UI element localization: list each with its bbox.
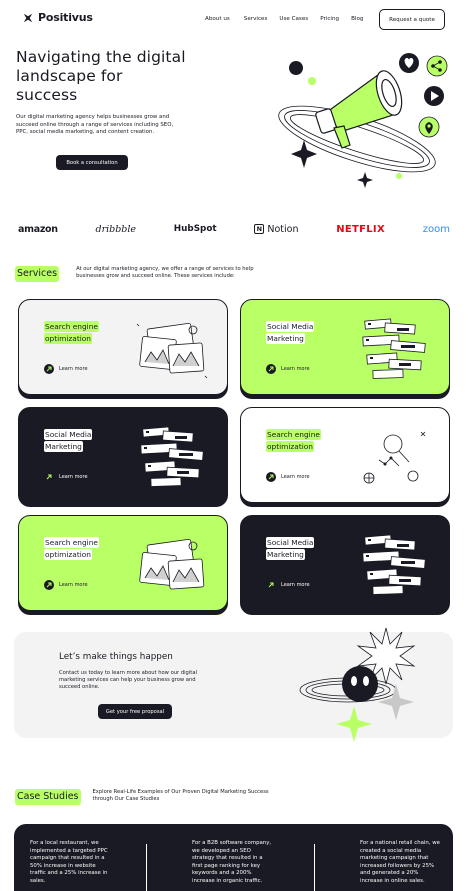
top-navigation: Positivus About us Services Use Cases Pr… bbox=[0, 0, 468, 40]
case-study-item: For a national retail chain, we created … bbox=[360, 840, 441, 884]
nav-links: About us Services Use Cases Pricing Blog bbox=[205, 16, 375, 22]
card-title: Search engine optimization bbox=[44, 321, 99, 344]
social-illustration-icon bbox=[140, 426, 204, 487]
learn-more-link[interactable]: Learn more bbox=[266, 472, 310, 482]
arrow-icon bbox=[266, 472, 276, 482]
notion-label: Notion bbox=[267, 223, 299, 235]
nav-link-blog[interactable]: Blog bbox=[351, 16, 363, 22]
case-study-item: For a local restaurant, we implemented a… bbox=[30, 840, 108, 884]
case-study-item: For a B2B software company, we developed… bbox=[192, 840, 272, 884]
amazon-logo: amazon bbox=[18, 223, 58, 235]
divider bbox=[314, 844, 315, 891]
case-studies-label: Case Studies bbox=[15, 789, 81, 805]
logo-star-icon bbox=[23, 13, 33, 22]
divider bbox=[146, 844, 147, 891]
arrow-icon bbox=[44, 472, 54, 482]
megaphone-illustration bbox=[278, 53, 448, 188]
free-proposal-button[interactable]: Get your free proposal bbox=[98, 704, 172, 719]
learn-more-link[interactable]: Learn more bbox=[44, 364, 88, 374]
seo-illustration-icon bbox=[136, 322, 208, 379]
service-card-social[interactable]: Social Media Marketing Learn more bbox=[240, 515, 450, 611]
brand-name: Positivus bbox=[38, 11, 93, 24]
card-title: Social Media Marketing bbox=[266, 321, 315, 344]
smiley-illustration bbox=[299, 627, 416, 742]
service-card-seo[interactable]: Search engine optimization Learn more bbox=[18, 299, 228, 395]
nav-link-services[interactable]: Services bbox=[244, 16, 268, 22]
netflix-logo: NETFLIX bbox=[336, 223, 385, 235]
hero-title: Navigating the digital landscape for suc… bbox=[16, 48, 186, 104]
service-card-social[interactable]: Social Media Marketing Learn more bbox=[240, 299, 450, 395]
services-description: At our digital marketing agency, we offe… bbox=[76, 266, 254, 280]
card-title: Search engine optimization bbox=[44, 537, 99, 560]
service-card-social[interactable]: Social Media Marketing Learn more bbox=[18, 407, 228, 503]
book-consultation-button[interactable]: Book a consultation bbox=[56, 155, 128, 170]
dribbble-logo: dribbble bbox=[95, 223, 137, 235]
arrow-icon bbox=[44, 364, 54, 374]
social-illustration-icon bbox=[362, 534, 426, 595]
service-card-seo[interactable]: Search engine optimization Learn more bbox=[240, 407, 450, 503]
arrow-icon bbox=[44, 580, 54, 590]
case-studies-description: Explore Real-Life Examples of Our Proven… bbox=[92, 789, 269, 803]
zoom-logo: zoom bbox=[422, 223, 450, 235]
case-studies-panel: For a local restaurant, we implemented a… bbox=[14, 824, 453, 891]
request-quote-button[interactable]: Request a quote bbox=[379, 9, 445, 30]
hero-description: Our digital marketing agency helps busin… bbox=[16, 114, 174, 136]
arrow-icon bbox=[266, 364, 276, 374]
notion-icon: N bbox=[254, 224, 265, 234]
arrow-icon bbox=[266, 580, 276, 590]
learn-more-link[interactable]: Learn more bbox=[44, 580, 88, 590]
analytics-illustration-icon bbox=[363, 431, 426, 484]
case-studies-heading: Case Studies Explore Real-Life Examples … bbox=[15, 789, 283, 805]
learn-more-link[interactable]: Learn more bbox=[44, 472, 88, 482]
cta-description: Contact us today to learn more about how… bbox=[59, 670, 197, 691]
card-title: Social Media Marketing bbox=[44, 429, 93, 452]
notion-logo: N Notion bbox=[254, 224, 298, 235]
card-title: Social Media Marketing bbox=[266, 537, 315, 560]
cta-section: Let’s make things happen Contact us toda… bbox=[14, 627, 453, 742]
learn-more-link[interactable]: Learn more bbox=[266, 364, 310, 374]
nav-link-use-cases[interactable]: Use Cases bbox=[279, 16, 308, 22]
cta-title: Let’s make things happen bbox=[59, 652, 173, 662]
hubspot-logo: HubSpot bbox=[173, 224, 217, 234]
social-illustration-icon bbox=[362, 318, 426, 379]
learn-more-link[interactable]: Learn more bbox=[266, 580, 310, 590]
card-title: Search engine optimization bbox=[266, 429, 321, 452]
nav-link-pricing[interactable]: Pricing bbox=[320, 16, 339, 22]
nav-link-about[interactable]: About us bbox=[205, 16, 230, 22]
service-card-seo[interactable]: Search engine optimization Learn more bbox=[18, 515, 228, 611]
brand-logo[interactable]: Positivus bbox=[22, 11, 93, 24]
services-label: Services bbox=[15, 266, 60, 282]
client-logos: amazon dribbble HubSpot N Notion NETFLIX… bbox=[18, 218, 450, 240]
seo-illustration-icon bbox=[139, 538, 205, 590]
services-heading: Services At our digital marketing agency… bbox=[15, 266, 266, 282]
